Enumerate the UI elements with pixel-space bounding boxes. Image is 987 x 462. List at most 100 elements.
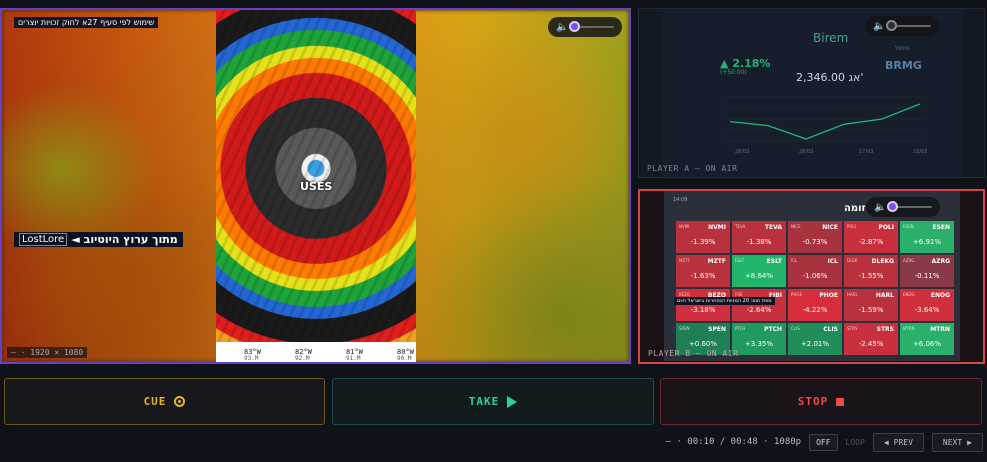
stop-label: STOP bbox=[797, 395, 829, 408]
stop-button[interactable]: STOP bbox=[660, 378, 982, 425]
heatmap-cell: MZTF MZTF -1.63% bbox=[676, 255, 730, 287]
timecode: — · 00:10 / 00:48 · 1080p bbox=[665, 437, 802, 447]
cue-button[interactable]: CUE bbox=[4, 378, 325, 425]
heatmap-cell: TEVA TEVA -1.38% bbox=[732, 221, 786, 253]
heatmap-cell: CLIS CLIS +2.01% bbox=[788, 323, 842, 355]
speaker-icon[interactable]: 🔈 bbox=[874, 202, 886, 213]
hurricane-satellite-image: USES 83°W 82°W 81°W 80°W 93.M 92.M 91.M … bbox=[216, 10, 416, 362]
eye-label: USES bbox=[300, 180, 333, 193]
x-tick-label: 28/03 bbox=[799, 149, 814, 155]
cell-ticker: STRS bbox=[876, 326, 894, 333]
speaker-icon[interactable]: 🔈 bbox=[873, 21, 885, 32]
next-button[interactable]: NEXT ▶ bbox=[931, 432, 983, 452]
player-b-monitor[interactable]: 14:09 זומה NVMI NVMI -1.39% TEVA TEVA -1.38% N… bbox=[638, 189, 985, 364]
heatmap-cell: HARL HARL -1.59% bbox=[844, 289, 898, 321]
cell-ticker: MTRN bbox=[930, 326, 950, 333]
cell-ticker: ESEN bbox=[932, 224, 950, 231]
stock-price: 2,346.00 אג' bbox=[796, 71, 864, 84]
cell-ticker: HARL bbox=[875, 292, 894, 299]
heatmap-cell: NICE NICE -0.73% bbox=[788, 221, 842, 253]
cell-change: -2.64% bbox=[746, 306, 772, 314]
cell-ticker: MZTF bbox=[707, 258, 726, 265]
cell-ticker-small: ICL bbox=[791, 258, 798, 263]
cell-change: -1.06% bbox=[802, 272, 828, 280]
cell-change: +0.60% bbox=[688, 340, 718, 348]
player-a-status-label: PLAYER A — ON AIR bbox=[647, 164, 738, 173]
take-label: TAKE bbox=[468, 395, 500, 408]
volume-slider[interactable] bbox=[887, 201, 933, 212]
cell-ticker: PTCH bbox=[764, 326, 782, 333]
player-a-volume-control[interactable]: 🔈 bbox=[865, 16, 940, 36]
heatmap-cell: MTRN MTRN +6.06% bbox=[900, 323, 954, 355]
prev-arrow-icon: ◀ bbox=[883, 437, 889, 447]
heatmap-cell: PTCH PTCH +3.35% bbox=[732, 323, 786, 355]
cell-ticker: PHOE bbox=[819, 292, 838, 299]
heatmap-cell: DLEK DLEKG -1.55% bbox=[844, 255, 898, 287]
cell-ticker-small: ENOG bbox=[903, 292, 915, 297]
play-icon bbox=[507, 395, 518, 408]
program-volume-control[interactable]: 🔈 bbox=[548, 17, 623, 37]
stock-change-amount: (+50.00) bbox=[720, 69, 747, 76]
player-b-volume-control[interactable]: 🔈 bbox=[866, 197, 941, 217]
cell-change: -3.18% bbox=[690, 306, 716, 314]
cell-ticker-small: SPEN bbox=[679, 326, 690, 331]
volume-knob[interactable] bbox=[569, 21, 581, 32]
resolution-label: — · 1920 × 1080 bbox=[7, 347, 88, 358]
price-series-line bbox=[729, 103, 921, 140]
cell-change: -1.55% bbox=[858, 272, 884, 280]
cell-change: -0.11% bbox=[914, 272, 940, 280]
cell-change: -1.63% bbox=[690, 272, 716, 280]
volume-slider[interactable] bbox=[886, 20, 932, 31]
volume-slider[interactable] bbox=[569, 21, 615, 32]
heatmap-cell: ESEN ESEN +6.91% bbox=[900, 221, 954, 253]
cell-ticker: NVMI bbox=[708, 224, 726, 231]
cell-ticker: AZRG bbox=[931, 258, 950, 265]
longitude-strip: 83°W 82°W 81°W 80°W 93.M 92.M 91.M 90.M bbox=[216, 342, 416, 362]
cell-ticker-small: HARL bbox=[847, 292, 858, 297]
copyright-notice: שימוש לפי סעיף 27א לחוק זכויות יוצרים bbox=[14, 17, 159, 28]
cell-ticker-small: PTCH bbox=[735, 326, 746, 331]
heatmap-banner: מפת חום: 20 המניות הנסחרות בישראל היום bbox=[674, 297, 775, 305]
volume-knob[interactable] bbox=[886, 20, 898, 31]
cell-ticker: ICL bbox=[827, 258, 838, 265]
cell-ticker-small: POLI bbox=[847, 224, 856, 229]
cue-label: CUE bbox=[143, 395, 167, 408]
volume-knob[interactable] bbox=[887, 201, 899, 212]
heatmap-title: זומה bbox=[844, 203, 866, 214]
heatmap-cell: ESLT ESLT +8.64% bbox=[732, 255, 786, 287]
cell-change: -2.45% bbox=[858, 340, 884, 348]
stock-heatmap: NVMI NVMI -1.39% TEVA TEVA -1.38% NICE NICE -0.7… bbox=[676, 221, 954, 355]
cell-ticker: NICE bbox=[822, 224, 838, 231]
next-arrow-icon: ▶ bbox=[967, 437, 972, 447]
cell-change: +2.01% bbox=[800, 340, 830, 348]
heatmap-cell: FIBI FIBI -2.64% bbox=[732, 289, 786, 321]
program-monitor[interactable]: USES 83°W 82°W 81°W 80°W 93.M 92.M 91.M … bbox=[0, 8, 631, 364]
transport-bar: — · 00:10 / 00:48 · 1080p OFF LOOP ◀ PRE… bbox=[666, 431, 983, 453]
take-button[interactable]: TAKE bbox=[332, 378, 654, 425]
cell-ticker-small: DLEK bbox=[847, 258, 858, 263]
cell-ticker-small: ESLT bbox=[735, 258, 745, 263]
source-arrow-icon: ◄ bbox=[71, 233, 80, 246]
off-toggle[interactable]: OFF bbox=[809, 433, 838, 451]
heatmap-cell: ICL ICL -1.06% bbox=[788, 255, 842, 287]
x-tick-label: 17/03 bbox=[859, 149, 874, 155]
cell-ticker-small: MZTF bbox=[679, 258, 690, 263]
source-credit: LostLore ◄ מתוך ערוץ היוטיוב bbox=[14, 232, 183, 247]
heatmap-cell: BEZQ BEZQ -3.18% bbox=[676, 289, 730, 321]
prev-button[interactable]: ◀ PREV bbox=[872, 432, 924, 452]
cell-ticker: SPEN bbox=[708, 326, 726, 333]
heatmap-cell: NVMI NVMI -1.39% bbox=[676, 221, 730, 253]
heatmap-cell: PHOE PHOE -4.22% bbox=[788, 289, 842, 321]
cell-change: -1.38% bbox=[746, 238, 772, 246]
cell-change: +8.64% bbox=[744, 272, 774, 280]
loop-toggle[interactable]: LOOP bbox=[846, 438, 865, 447]
player-a-monitor[interactable]: Birem סימול BRMG ▲ 2.18% (+50.00) 2,346.… bbox=[638, 8, 985, 178]
speaker-icon[interactable]: 🔈 bbox=[556, 22, 568, 33]
heatmap-cell: POLI POLI -2.87% bbox=[844, 221, 898, 253]
ticker-caption: סימול bbox=[895, 45, 910, 52]
stock-ticker: BRMG bbox=[885, 59, 922, 72]
cell-change: -2.87% bbox=[858, 238, 884, 246]
cell-ticker-small: ESEN bbox=[903, 224, 914, 229]
cell-ticker-small: TEVA bbox=[735, 224, 746, 229]
longitude-sub-label: 91.M bbox=[346, 355, 361, 362]
